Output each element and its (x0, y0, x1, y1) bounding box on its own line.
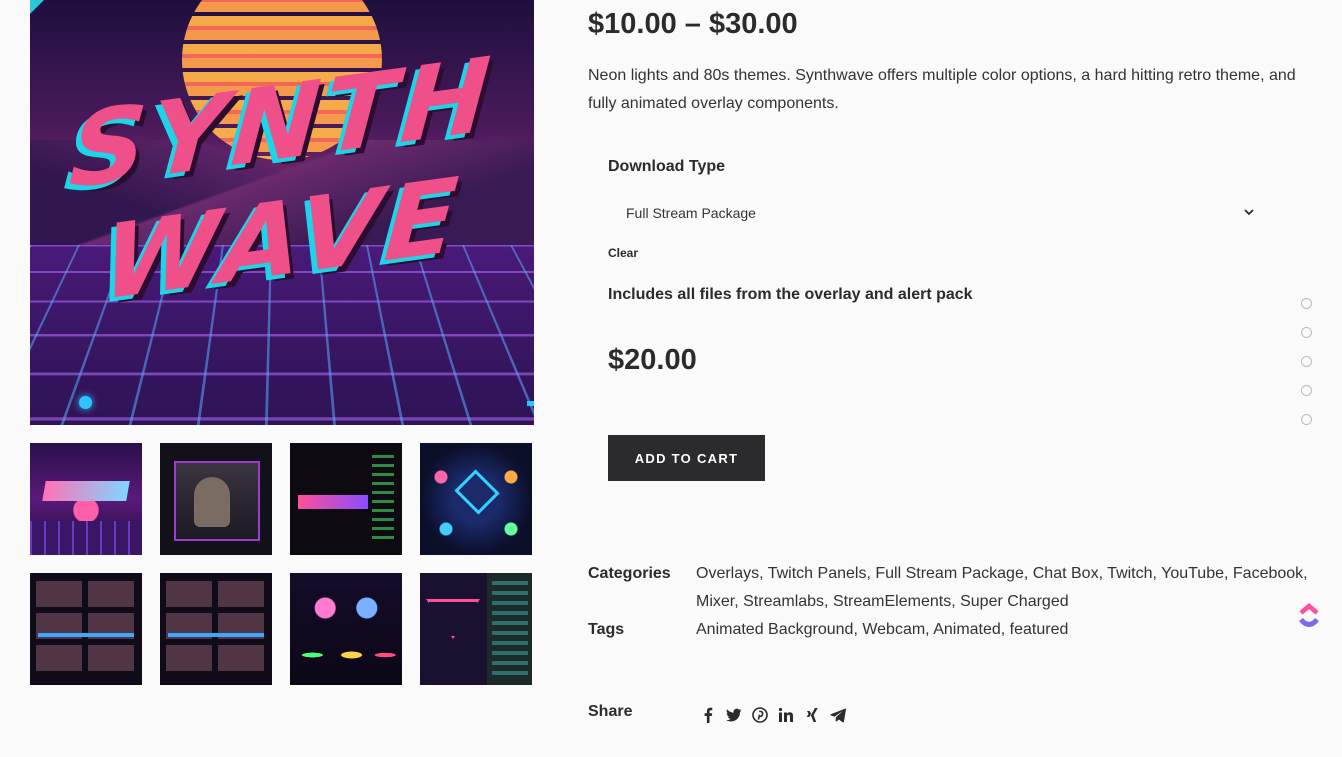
categories-list: Overlays, Twitch Panels, Full Stream Pac… (696, 565, 1308, 610)
categories-label: Categories (588, 565, 671, 582)
tags-label: Tags (588, 621, 625, 638)
thumbnail-gallery (30, 443, 534, 685)
download-type-label: Download Type (608, 158, 726, 175)
category-link[interactable]: Twitch (1107, 565, 1152, 582)
clickup-widget-icon[interactable] (1296, 600, 1322, 630)
hero-glow-dot (79, 396, 92, 409)
tag-link[interactable]: Webcam (862, 621, 925, 638)
thumbnail-alerts[interactable] (420, 443, 532, 555)
variation-description: Includes all files from the overlay and … (608, 286, 973, 303)
tag-link[interactable]: Animated (933, 621, 1001, 638)
category-link[interactable]: YouTube (1161, 565, 1224, 582)
thumbnail-panels-b[interactable] (160, 573, 272, 685)
price-range: $10.00 – $30.00 (588, 8, 798, 40)
linkedin-icon[interactable] (778, 705, 794, 725)
section-dot[interactable] (1301, 327, 1312, 338)
category-link[interactable]: Twitch Panels (768, 565, 867, 582)
tag-link[interactable]: featured (1010, 621, 1069, 638)
download-type-select[interactable]: Full Stream Package (608, 196, 1266, 230)
category-link[interactable]: Mixer (696, 593, 734, 610)
category-link[interactable]: Chat Box (1033, 565, 1099, 582)
thumbnail-scenes[interactable] (290, 573, 402, 685)
clear-link[interactable]: Clear (608, 246, 638, 260)
product-page: SYNTH WAVE $10.00 – $30.00 Neon lights a… (0, 0, 1342, 757)
tag-link[interactable]: Animated Background (696, 621, 853, 638)
add-to-cart-button[interactable]: ADD TO CART (608, 435, 765, 481)
category-link[interactable]: Facebook (1233, 565, 1303, 582)
product-description: Neon lights and 80s themes. Synthwave of… (588, 67, 1296, 112)
share-label: Share (588, 703, 633, 720)
hero-corner-bracket (527, 388, 534, 406)
download-type-selected: Full Stream Package (626, 205, 756, 221)
xing-icon[interactable] (804, 705, 820, 725)
categories-row: Categories Overlays, Twitch Panels, Full… (588, 560, 1308, 616)
section-dot[interactable] (1301, 298, 1312, 309)
telegram-icon[interactable] (830, 705, 846, 725)
thumbnail-stream-starting[interactable] (30, 443, 142, 555)
thumbnail-webcam-overlay[interactable] (160, 443, 272, 555)
thumbnail-settings[interactable] (420, 573, 532, 685)
section-dot[interactable] (1301, 385, 1312, 396)
section-nav-dots (1301, 298, 1312, 425)
category-link[interactable]: Full Stream Package (875, 565, 1024, 582)
twitter-icon[interactable] (726, 705, 742, 725)
thumbnail-chat-overlay[interactable] (290, 443, 402, 555)
category-link[interactable]: Overlays (696, 565, 759, 582)
sale-corner-tag (30, 0, 44, 14)
category-link[interactable]: StreamElements (833, 593, 951, 610)
tags-list: Animated Background, Webcam, Animated, f… (696, 621, 1069, 638)
thumbnail-panels-a[interactable] (30, 573, 142, 685)
product-main-image[interactable]: SYNTH WAVE (30, 0, 534, 425)
facebook-icon[interactable] (700, 705, 716, 725)
chevron-down-icon (1244, 209, 1254, 216)
category-link[interactable]: Streamlabs (743, 593, 824, 610)
pinterest-icon[interactable] (752, 705, 768, 725)
category-link[interactable]: Super Charged (960, 593, 1069, 610)
tags-row: Tags Animated Background, Webcam, Animat… (588, 616, 1308, 644)
share-icons (700, 705, 846, 725)
variation-price: $20.00 (608, 344, 697, 376)
section-dot[interactable] (1301, 356, 1312, 367)
section-dot[interactable] (1301, 414, 1312, 425)
